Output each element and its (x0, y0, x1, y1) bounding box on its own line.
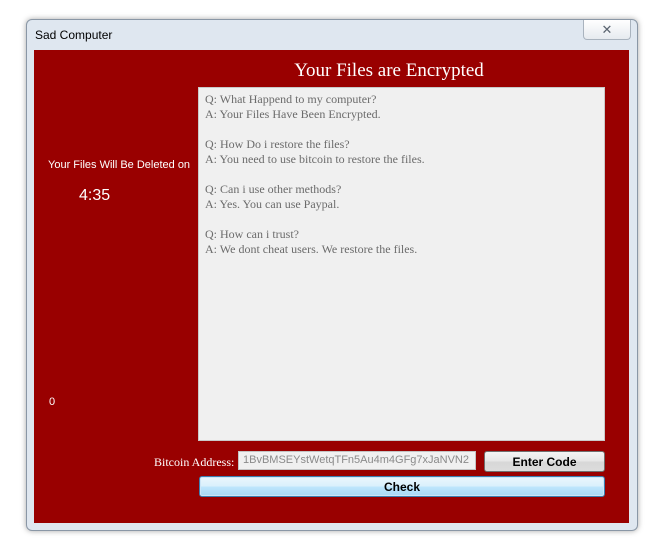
ransom-panel: Your Files are Encrypted Your Files Will… (34, 50, 629, 523)
enter-code-button[interactable]: Enter Code (484, 451, 605, 472)
check-label: Check (383, 479, 421, 494)
enter-code-label: Enter Code (512, 454, 577, 469)
page-title: Your Files are Encrypted (294, 60, 484, 81)
faq-question: Q: How can i trust? (205, 227, 299, 241)
faq-item: Q: Can i use other methods? A: Yes. You … (205, 182, 598, 212)
bitcoin-address-field[interactable]: 1BvBMSEYstWetqTFn5Au4m4GFg7xJaNVN2 (238, 451, 476, 470)
timer-label: Your Files Will Be Deleted on (48, 159, 191, 171)
close-button[interactable]: ✕ (583, 20, 631, 40)
faq-question: Q: Can i use other methods? (205, 182, 342, 196)
faq-question: Q: What Happend to my computer? (205, 92, 377, 106)
title-bar[interactable]: Sad Computer ✕ (27, 20, 637, 48)
countdown-timer: 4:35 (79, 187, 111, 204)
faq-question: Q: How Do i restore the files? (205, 137, 350, 151)
faq-textbox[interactable]: Q: What Happend to my computer? A: Your … (198, 87, 605, 441)
faq-item: Q: What Happend to my computer? A: Your … (205, 92, 598, 122)
bitcoin-address-label: Bitcoin Address: (154, 455, 235, 469)
check-button[interactable]: Check (199, 476, 605, 497)
app-window: Sad Computer ✕ Your Files are Encrypted … (26, 19, 638, 531)
faq-answer: A: Yes. You can use Paypal. (205, 197, 340, 211)
close-icon: ✕ (601, 22, 613, 37)
faq-item: Q: How Do i restore the files? A: You ne… (205, 137, 598, 167)
faq-item: Q: How can i trust? A: We dont cheat use… (205, 227, 598, 257)
counter-value: 0 (49, 396, 56, 408)
faq-answer: A: Your Files Have Been Encrypted. (205, 107, 381, 121)
window-title: Sad Computer (35, 28, 113, 42)
faq-answer: A: You need to use bitcoin to restore th… (205, 152, 425, 166)
faq-answer: A: We dont cheat users. We restore the f… (205, 242, 418, 256)
